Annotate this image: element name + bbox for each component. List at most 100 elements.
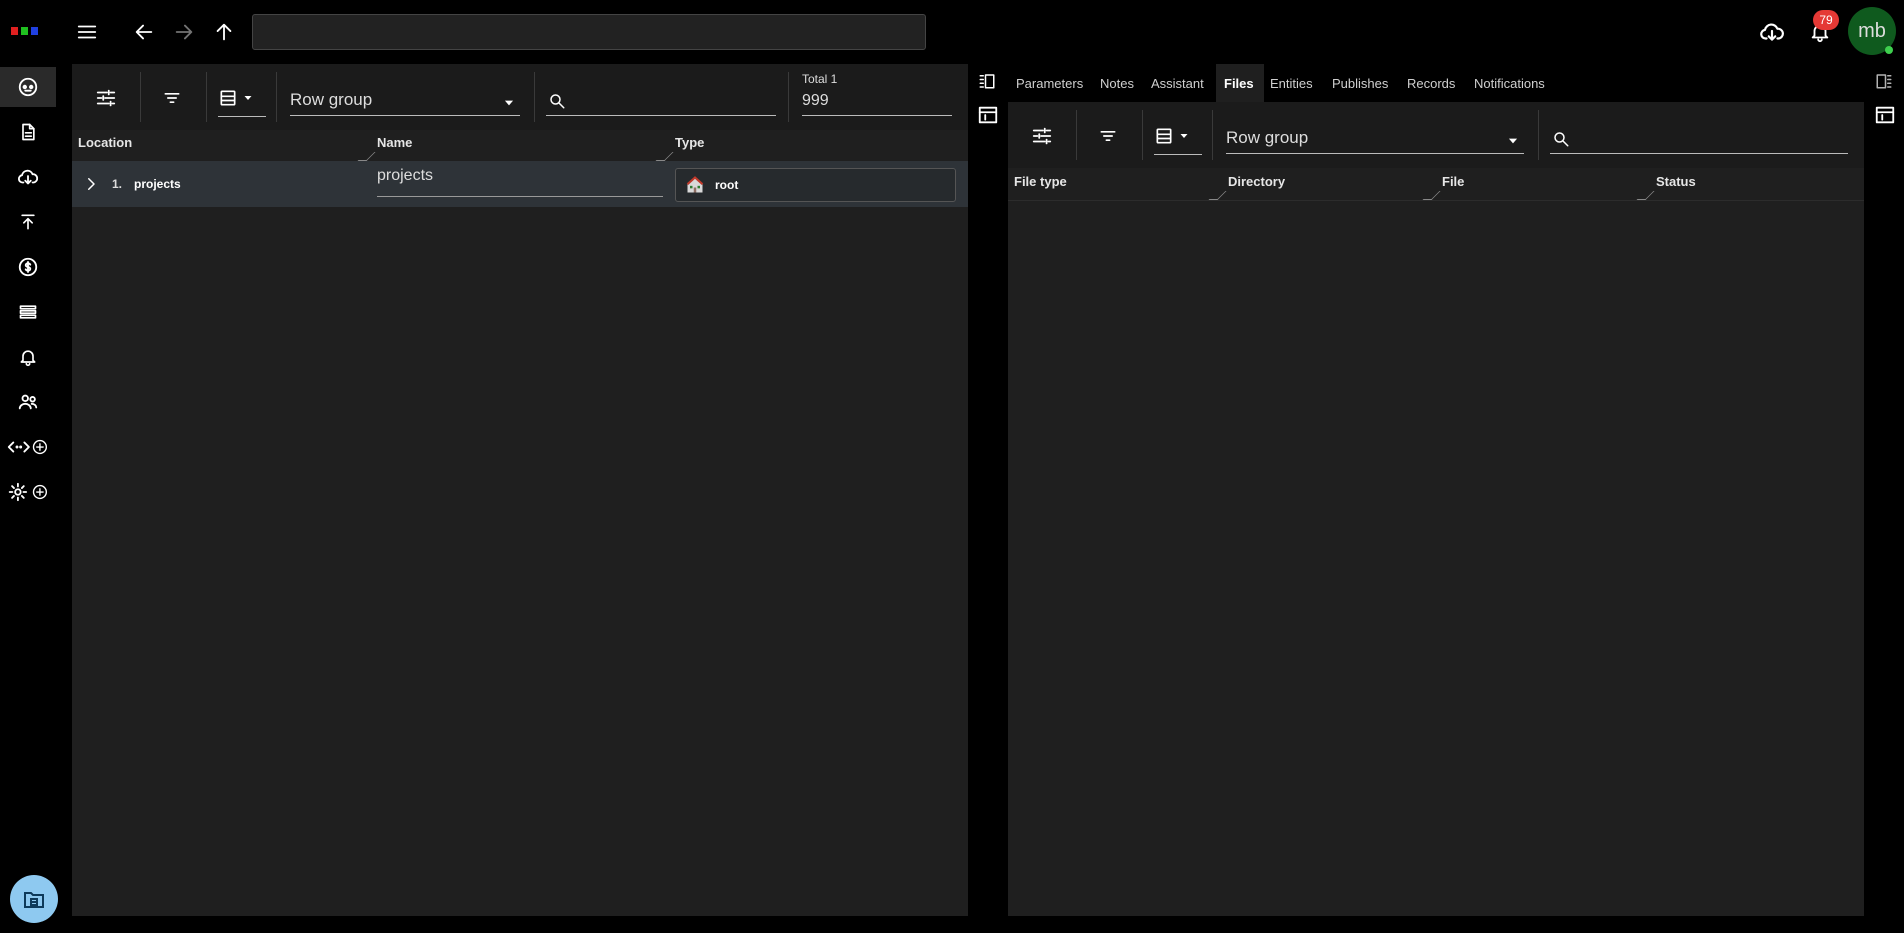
left-filter-button[interactable] (154, 80, 190, 116)
filter-icon (162, 88, 182, 108)
document-icon (18, 122, 38, 142)
explorer-fab[interactable] (10, 875, 58, 923)
logo-blue-square (31, 27, 38, 35)
popout-window-icon[interactable] (977, 104, 999, 126)
view-list-icon (218, 88, 238, 108)
up-button[interactable] (209, 17, 239, 47)
column-resize-handle[interactable] (1422, 191, 1441, 200)
filter-icon (1098, 126, 1118, 146)
sidebar-item-notifications[interactable] (0, 337, 56, 377)
home-icon (685, 175, 705, 195)
column-header-name[interactable]: Name (377, 135, 412, 150)
chevron-right-icon[interactable] (82, 175, 100, 193)
search-icon (1552, 130, 1570, 148)
column-resize-handle[interactable] (357, 152, 376, 161)
header-divider (1008, 200, 1864, 201)
total-limit-value: 999 (802, 92, 829, 109)
dashboard-icon (17, 76, 39, 98)
left-panel: Row group Total 1 999 Location Name Type… (72, 64, 968, 916)
column-header-file-type[interactable]: File type (1014, 174, 1067, 189)
right-view-mode-select[interactable] (1154, 118, 1202, 155)
column-header-type[interactable]: Type (675, 135, 704, 150)
row-name-input[interactable]: projects (377, 167, 663, 197)
sidebar-item-dashboard[interactable] (0, 67, 56, 107)
tab-notifications[interactable]: Notifications (1474, 76, 1545, 91)
column-header-directory[interactable]: Directory (1228, 174, 1285, 189)
tab-parameters[interactable]: Parameters (1016, 76, 1083, 91)
row-name-value: projects (377, 167, 434, 184)
left-search-input[interactable] (546, 82, 776, 116)
tab-entities[interactable]: Entities (1270, 76, 1313, 91)
toolbar-divider (1076, 110, 1077, 160)
column-resize-handle[interactable] (1208, 191, 1227, 200)
cloud-download-button[interactable] (1756, 16, 1788, 48)
settings-add-icon (7, 481, 49, 503)
row-type-label: root (715, 178, 739, 192)
arrow-up-icon (213, 21, 235, 43)
row-location: projects (134, 177, 181, 191)
right-panel: Row group File type Directory File Statu… (1008, 102, 1864, 916)
caret-down-icon (1506, 134, 1520, 148)
menu-icon (76, 21, 98, 43)
caret-down-icon (502, 96, 516, 110)
right-panel-toggle-icon[interactable] (1874, 72, 1894, 90)
cloud-download-icon (17, 166, 39, 188)
sidebar-item-downloads[interactable] (0, 157, 56, 197)
address-bar[interactable] (252, 14, 926, 50)
row-index: 1. (112, 177, 123, 191)
right-column-settings-button[interactable] (1024, 118, 1060, 154)
right-filter-button[interactable] (1090, 118, 1126, 154)
right-row-group-select[interactable]: Row group (1226, 120, 1524, 154)
row-group-label: Row group (290, 90, 373, 109)
sidebar-item-storage[interactable] (0, 292, 56, 332)
left-row-group-select[interactable]: Row group (290, 82, 520, 116)
logo-green-square (21, 27, 28, 35)
column-resize-handle[interactable] (1636, 191, 1655, 200)
total-limit-input[interactable]: 999 (802, 88, 952, 116)
tab-assistant[interactable]: Assistant (1151, 76, 1204, 91)
toolbar-divider (140, 72, 141, 122)
bell-icon (18, 347, 38, 367)
column-header-location[interactable]: Location (78, 135, 132, 150)
toolbar-divider (276, 72, 277, 122)
sidebar-item-billing[interactable] (0, 247, 56, 287)
arrow-right-icon (173, 21, 195, 43)
view-list-icon (1154, 126, 1174, 146)
tab-files[interactable]: Files (1224, 76, 1254, 91)
row-type-chip[interactable]: root (675, 168, 956, 202)
total-label: Total 1 (802, 72, 838, 86)
sidebar-item-code-add[interactable] (0, 427, 56, 467)
tab-records[interactable]: Records (1407, 76, 1455, 91)
row-group-label: Row group (1226, 128, 1309, 147)
toolbar-divider (1538, 110, 1539, 160)
online-status-dot (1885, 46, 1893, 54)
left-view-mode-select[interactable] (218, 80, 266, 117)
column-resize-handle[interactable] (655, 152, 674, 161)
left-column-settings-button[interactable] (88, 80, 124, 116)
folder-building-icon (22, 887, 46, 911)
code-add-icon (7, 436, 49, 458)
sidebar-item-documents[interactable] (0, 112, 56, 152)
dollar-icon (17, 256, 39, 278)
sidebar-item-users[interactable] (0, 382, 56, 422)
menu-button[interactable] (72, 17, 102, 47)
tab-publishes[interactable]: Publishes (1332, 76, 1388, 91)
right-search-input[interactable] (1550, 120, 1848, 154)
caret-down-icon (242, 92, 254, 104)
sidebar-item-settings-add[interactable] (0, 472, 56, 512)
sidebar-item-publish[interactable] (0, 202, 56, 242)
cloud-download-icon (1759, 19, 1785, 45)
logo-red-square (11, 27, 18, 35)
app-logo (11, 27, 38, 35)
column-header-file[interactable]: File (1442, 174, 1464, 189)
left-panel-toggle-icon[interactable] (977, 72, 997, 90)
storage-icon (18, 302, 38, 322)
column-header-status[interactable]: Status (1656, 174, 1696, 189)
tune-icon (95, 87, 117, 109)
tab-notes[interactable]: Notes (1100, 76, 1134, 91)
forward-button[interactable] (169, 17, 199, 47)
caret-down-icon (1178, 130, 1190, 142)
back-button[interactable] (129, 17, 159, 47)
table-row[interactable]: 1. projects projects root (72, 161, 968, 207)
popout-window-icon[interactable] (1874, 104, 1896, 126)
